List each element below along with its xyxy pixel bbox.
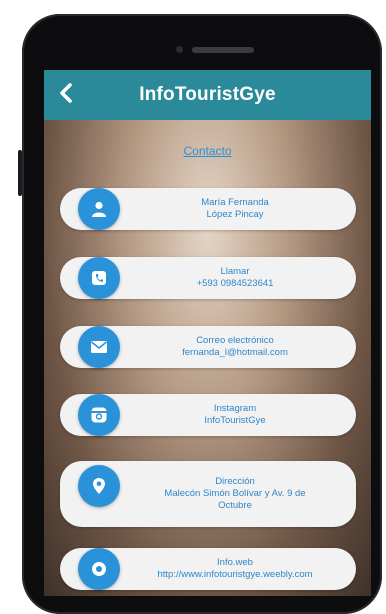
call-card[interactable]: Llamar +593 0984523641 [60, 257, 356, 299]
card-label: Dirección [215, 476, 255, 487]
front-camera [176, 46, 183, 53]
web-icon [78, 548, 120, 590]
location-icon [78, 465, 120, 507]
website-card[interactable]: Info.web http://www.infotouristgye.weebl… [60, 548, 356, 590]
card-label: Llamar [220, 266, 250, 277]
page-title: InfoTouristGye [139, 84, 276, 105]
instagram-card[interactable]: Instagram InfoTouristGye [60, 394, 356, 436]
chevron-left-icon [59, 82, 73, 108]
card-label: Instagram [213, 403, 257, 414]
earpiece-speaker [192, 47, 254, 53]
section-title[interactable]: Contacto [44, 144, 371, 158]
card-value: http://www.infotouristgye.weebly.com [157, 569, 313, 580]
email-card[interactable]: Correo electrónico fernanda_l@hotmail.co… [60, 326, 356, 368]
address-text: Dirección Malecón Simón Bolívar y Av. 9 … [122, 461, 348, 527]
mail-icon [78, 326, 120, 368]
contact-name-text: María Fernanda López Pincay [122, 188, 348, 230]
app-screen: InfoTouristGye Contacto María Fernanda L… [44, 70, 371, 596]
app-bar: InfoTouristGye [44, 70, 371, 120]
call-text: Llamar +593 0984523641 [122, 257, 348, 299]
card-value: López Pincay [206, 209, 264, 220]
card-value: fernanda_l@hotmail.com [182, 347, 288, 358]
user-icon [78, 188, 120, 230]
card-value: InfoTouristGye [204, 415, 266, 426]
contact-name-card[interactable]: María Fernanda López Pincay [60, 188, 356, 230]
instagram-text: Instagram InfoTouristGye [122, 394, 348, 436]
back-button[interactable] [54, 82, 78, 108]
card-label: Correo electrónico [196, 335, 274, 346]
side-button [18, 150, 22, 196]
address-card[interactable]: Dirección Malecón Simón Bolívar y Av. 9 … [60, 461, 356, 527]
card-value: +593 0984523641 [196, 278, 274, 289]
card-label: Info.web [217, 557, 253, 568]
website-text: Info.web http://www.infotouristgye.weebl… [122, 548, 348, 590]
instagram-icon [78, 394, 120, 436]
card-label: María Fernanda [201, 197, 269, 208]
phone-icon [78, 257, 120, 299]
card-value: Malecón Simón Bolívar y Av. 9 de [164, 488, 306, 499]
card-value-continued: Octubre [218, 500, 252, 511]
email-text: Correo electrónico fernanda_l@hotmail.co… [122, 326, 348, 368]
